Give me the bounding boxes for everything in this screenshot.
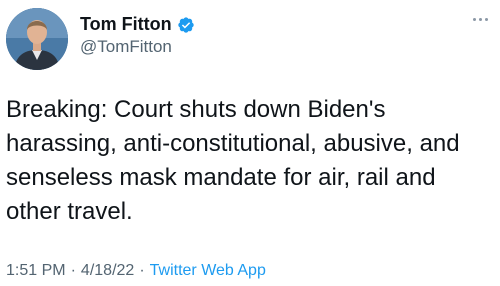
tweet-date[interactable]: 4/18/22 [81,262,134,280]
author-display-name[interactable]: Tom Fitton [80,14,172,35]
meta-separator: · [139,262,145,279]
tweet-source-link[interactable]: Twitter Web App [150,262,266,280]
tweet-metadata: 1:51 PM · 4/18/22 · Twitter Web App [6,262,266,280]
meta-separator: · [70,262,76,279]
more-options-icon[interactable] [473,18,488,21]
verified-badge-icon [177,16,195,34]
author-handle[interactable]: @TomFitton [80,37,172,57]
tweet-time[interactable]: 1:51 PM [6,262,66,280]
author-name-row: Tom Fitton [80,14,195,35]
tweet-card: Tom Fitton @TomFitton Breaking: Court sh… [0,0,500,286]
avatar-image [6,8,68,70]
tweet-text: Breaking: Court shuts down Biden's haras… [6,96,467,225]
avatar[interactable] [6,8,68,70]
